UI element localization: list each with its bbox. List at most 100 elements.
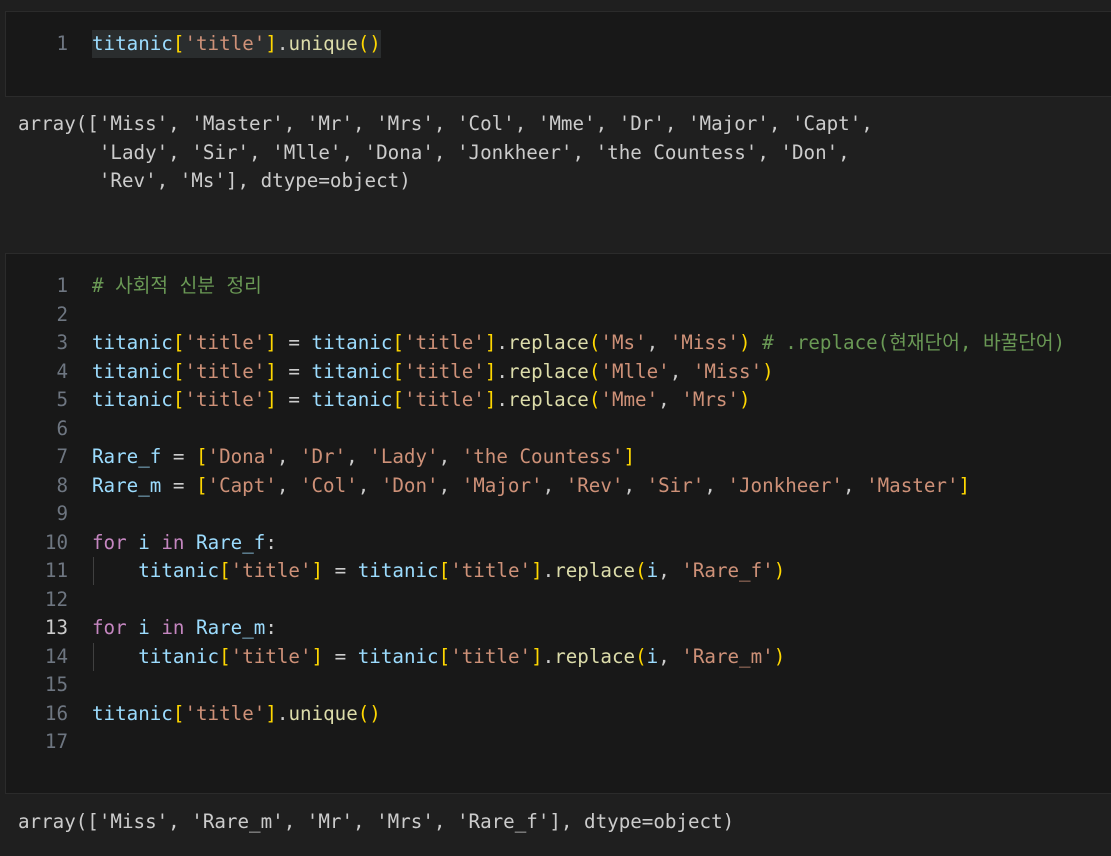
code-token: = xyxy=(161,445,196,468)
code-token: replace xyxy=(507,388,589,411)
line-number: 1 xyxy=(56,32,68,55)
code-line[interactable]: 8 Rare_m = ['Capt', 'Col', 'Don', 'Major'… xyxy=(6,472,1111,500)
code-text: titanic['title'] = titanic['title'].repl… xyxy=(92,643,785,671)
code-line[interactable]: 10 for i in Rare_f: xyxy=(6,529,1111,557)
code-token: ] xyxy=(484,359,497,383)
code-line[interactable]: 9 xyxy=(6,500,1111,528)
code-token: 'Dona' xyxy=(207,445,277,468)
code-token: Rare_m xyxy=(196,616,266,639)
code-token: 'title' xyxy=(403,388,485,411)
code-token: Rare_f xyxy=(196,530,266,554)
code-token: . xyxy=(496,331,508,354)
line-number: 8 xyxy=(56,473,68,497)
code-line[interactable]: 6 xyxy=(6,415,1111,443)
code-line[interactable]: 16 titanic['title'].unique() xyxy=(6,700,1111,728)
code-token: 'Capt' xyxy=(207,473,277,497)
code-token: : xyxy=(265,530,277,554)
line-number: 2 xyxy=(56,302,68,326)
code-token: 'title' xyxy=(450,644,532,668)
code-line[interactable]: 11 titanic['title'] = titanic['title'].r… xyxy=(6,557,1111,585)
code-text: Rare_m = ['Capt', 'Col', 'Don', 'Major',… xyxy=(92,472,970,500)
line-number: 5 xyxy=(56,388,68,411)
code-editor[interactable]: 1 # 사회적 신분 정리 2 3 titanic['title'] = titanic… xyxy=(6,254,1111,793)
code-token: i xyxy=(138,530,150,554)
code-token: 'Don' xyxy=(380,473,439,497)
code-token: , xyxy=(276,445,300,468)
code-token: 'title' xyxy=(230,644,312,668)
code-line[interactable]: 1 titanic['title'].unique() xyxy=(6,30,1111,58)
code-line[interactable]: 1 # 사회적 신분 정리 xyxy=(6,272,1111,300)
code-token: i xyxy=(646,559,659,582)
code-text: Rare_f = ['Dona', 'Dr', 'Lady', 'the Cou… xyxy=(92,443,635,471)
code-token: ] xyxy=(265,359,277,383)
code-token: titanic xyxy=(92,701,173,725)
code-token: 'title' xyxy=(184,701,266,725)
code-line[interactable]: 5 titanic['title'] = titanic['title'].rep… xyxy=(6,386,1111,414)
code-cell-2[interactable]: 1 # 사회적 신분 정리 2 3 titanic['title'] = titanic… xyxy=(5,253,1111,794)
code-token: [ xyxy=(392,331,404,354)
code-text: for i in Rare_f: xyxy=(92,529,277,557)
code-token: = xyxy=(323,644,358,668)
code-token: , xyxy=(346,445,370,468)
code-token: 'Rare_f' xyxy=(681,559,774,582)
code-text: # 사회적 신분 정리 xyxy=(92,272,262,300)
code-token: i xyxy=(138,616,150,639)
code-token: ] xyxy=(531,644,543,668)
code-token: titanic xyxy=(92,388,173,411)
code-line[interactable]: 17 xyxy=(6,728,1111,756)
code-token: [ xyxy=(195,473,208,497)
code-line[interactable]: 3 titanic['title'] = titanic['title'].rep… xyxy=(6,329,1111,357)
code-token: [ xyxy=(172,32,185,55)
code-token: for xyxy=(92,530,127,554)
code-line[interactable]: 2 xyxy=(6,301,1111,329)
code-line[interactable]: 13 for i in Rare_m: xyxy=(6,614,1111,642)
code-token: [ xyxy=(438,644,451,668)
code-token: 'title' xyxy=(184,388,266,411)
code-line[interactable]: 4 titanic['title'] = titanic['title'].rep… xyxy=(6,358,1111,386)
code-line[interactable]: 14 titanic['title'] = titanic['title'].r… xyxy=(6,642,1111,671)
code-token: , xyxy=(438,473,462,497)
code-token: titanic xyxy=(92,359,173,383)
code-token: titanic xyxy=(138,559,220,582)
line-number: 6 xyxy=(56,416,68,440)
code-token: , xyxy=(658,644,682,668)
code-token: ] xyxy=(311,559,324,582)
code-token: () xyxy=(357,701,381,725)
code-token: = xyxy=(276,359,312,383)
code-text: titanic['title'] = titanic['title'].repl… xyxy=(92,557,785,585)
code-token: # 사회적 신분 정리 xyxy=(92,274,262,297)
code-token: , xyxy=(646,331,670,354)
code-line[interactable]: 7 Rare_f = ['Dona', 'Dr', 'Lady', 'the Co… xyxy=(6,443,1111,471)
code-token: titanic xyxy=(311,359,393,383)
code-line[interactable]: 12 xyxy=(6,586,1111,614)
code-token: ( xyxy=(635,644,647,668)
code-editor[interactable]: 1 titanic['title'].unique() xyxy=(6,12,1111,96)
code-token: ) xyxy=(773,644,786,668)
code-token: , xyxy=(542,473,566,497)
code-token: 'title' xyxy=(230,559,312,582)
code-token: 'Dr' xyxy=(299,445,347,468)
line-number: 13 xyxy=(44,616,68,639)
code-token: 'Rev' xyxy=(565,473,624,497)
code-token: . xyxy=(276,701,289,725)
code-line[interactable]: 15 xyxy=(6,671,1111,699)
code-token: for xyxy=(92,616,127,639)
line-number: 7 xyxy=(56,445,68,468)
code-token: [ xyxy=(172,388,185,411)
code-token: replace xyxy=(554,644,636,668)
code-token: titanic xyxy=(92,32,173,55)
line-number: 9 xyxy=(56,502,68,525)
code-token: , xyxy=(276,473,300,497)
line-number: 12 xyxy=(44,587,68,611)
code-token: ( xyxy=(635,559,647,582)
code-token: () xyxy=(357,32,381,55)
code-token: . xyxy=(496,388,508,411)
code-text: titanic['title'] = titanic['title'].repl… xyxy=(92,329,1065,357)
code-cell-1[interactable]: 1 titanic['title'].unique() xyxy=(5,11,1111,97)
code-token: 'Jonkheer' xyxy=(727,473,843,497)
